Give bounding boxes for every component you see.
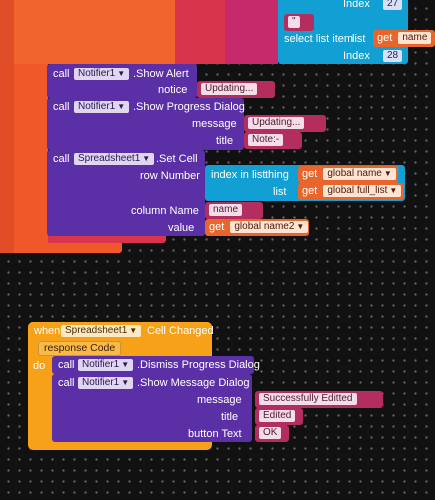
- method-label: .Show Alert: [133, 68, 189, 80]
- string-block[interactable]: ": [284, 14, 314, 31]
- method-label: .Show Progress Dialog: [133, 101, 245, 113]
- column-name-label: column Name: [131, 205, 199, 217]
- variable-dropdown[interactable]: name: [398, 32, 432, 45]
- list-label: list: [273, 186, 287, 198]
- message-label: message: [192, 118, 237, 130]
- button-text-block[interactable]: OK: [255, 425, 289, 442]
- get-label: get: [302, 168, 318, 180]
- variable-dropdown[interactable]: global full_list ▼: [323, 185, 402, 198]
- index-label-2: Index: [343, 50, 370, 62]
- call-label: call: [53, 101, 70, 113]
- message-text-block[interactable]: Updating...: [244, 115, 326, 132]
- list-label-top: list: [352, 33, 366, 45]
- get-block-top[interactable]: get name: [373, 30, 435, 47]
- get-label: get: [377, 32, 393, 44]
- button-text-label: button Text: [188, 428, 242, 440]
- title-text-block[interactable]: Edited: [255, 408, 303, 425]
- red-control-block-2: [225, 0, 278, 64]
- string-value[interactable]: ": [288, 16, 300, 28]
- get-block-list[interactable]: get global full_list ▼: [298, 183, 404, 200]
- message-label: message: [197, 394, 242, 406]
- component-dropdown[interactable]: Notifier1 ▼: [78, 359, 134, 371]
- column-text-block[interactable]: name: [205, 202, 263, 219]
- row-number-label: row Number: [140, 170, 200, 182]
- method-label: .Dismiss Progress Dialog: [137, 359, 260, 371]
- notice-label: notice: [158, 84, 188, 96]
- get-label: get: [302, 185, 318, 197]
- index-label-1: Index: [343, 0, 370, 10]
- call-label: call: [53, 68, 70, 80]
- select-list-item-label: select list item: [284, 33, 354, 45]
- response-code-param[interactable]: response Code: [38, 341, 122, 356]
- title-value[interactable]: Note:-: [248, 134, 284, 146]
- variable-dropdown[interactable]: global name ▼: [323, 168, 396, 181]
- column-value[interactable]: name: [209, 204, 243, 216]
- variable-dropdown[interactable]: global name2 ▼: [230, 221, 309, 234]
- control-block-left-strip: [0, 0, 14, 253]
- component-dropdown[interactable]: Notifier1 ▼: [74, 68, 130, 80]
- message-value[interactable]: Updating...: [248, 117, 305, 129]
- component-dropdown[interactable]: Notifier1 ▼: [74, 101, 130, 113]
- component-dropdown[interactable]: Spreadsheet1 ▼: [61, 325, 142, 337]
- notice-text-block[interactable]: Updating...: [197, 81, 275, 98]
- index-in-list-label: index in list: [211, 169, 266, 181]
- call-label: call: [58, 377, 75, 389]
- message-value[interactable]: Successfully Editted: [259, 393, 357, 405]
- component-dropdown[interactable]: Notifier1 ▼: [78, 377, 134, 389]
- call-label: call: [58, 359, 75, 371]
- get-block-thing[interactable]: get global name ▼: [298, 166, 398, 183]
- index-value-1[interactable]: 27: [383, 0, 403, 10]
- method-label: .Set Cell: [156, 153, 198, 165]
- control-block-inner-orange[interactable]: [0, 0, 175, 64]
- event-name-label: Cell Changed: [147, 325, 214, 337]
- index-value-2[interactable]: 28: [383, 50, 403, 62]
- when-label: when: [34, 325, 61, 337]
- component-dropdown[interactable]: Spreadsheet1 ▼: [74, 153, 155, 165]
- notice-value[interactable]: Updating...: [201, 83, 258, 95]
- do-label: do: [33, 360, 46, 372]
- red-control-block[interactable]: [175, 0, 225, 64]
- get-block-value[interactable]: get global name2 ▼: [205, 219, 309, 236]
- method-label: .Show Message Dialog: [137, 377, 250, 389]
- message-text-block[interactable]: Successfully Editted: [255, 391, 383, 408]
- red-control-tail: [48, 235, 166, 243]
- button-value[interactable]: OK: [259, 427, 282, 439]
- get-label: get: [209, 221, 225, 233]
- title-label: title: [221, 411, 239, 423]
- title-label: title: [216, 135, 234, 147]
- value-label: value: [168, 222, 195, 234]
- call-label: call: [53, 153, 70, 165]
- title-value[interactable]: Edited: [259, 410, 296, 422]
- title-text-block[interactable]: Note:-: [244, 132, 302, 149]
- thing-label: thing: [265, 169, 289, 181]
